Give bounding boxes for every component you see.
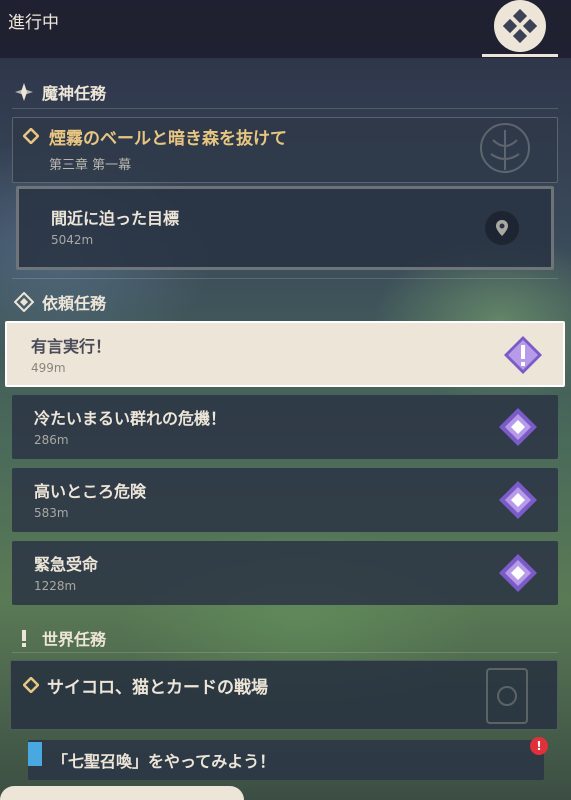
section-world-header: 世界任務	[14, 626, 106, 650]
commission-icon	[499, 408, 537, 446]
divider	[12, 108, 558, 109]
objective-color-tag	[28, 742, 42, 766]
card-emblem-icon	[486, 668, 528, 724]
alert-badge-icon: !	[530, 737, 548, 755]
divider	[12, 652, 558, 653]
page-title: 進行中	[8, 13, 59, 33]
objective-title: 間近に迫った目標	[51, 209, 180, 228]
commission-icon	[499, 554, 537, 592]
commission-title: 高いところ危険	[34, 482, 147, 501]
section-commission-label: 依頼任務	[42, 294, 107, 313]
header-bar: 進行中	[0, 0, 571, 58]
archon-quest-card[interactable]: 煙霧のベールと暗き森を抜けて 第三章 第一幕	[12, 117, 558, 183]
quest-marker-icon	[23, 677, 39, 693]
commission-icon	[499, 481, 537, 519]
divider	[12, 278, 558, 279]
commission-title: 冷たいまるい群れの危機！	[34, 409, 227, 428]
world-objective-title: 「七聖召喚」をやってみよう！	[52, 752, 276, 771]
tree-emblem-icon	[480, 123, 530, 173]
commission-quest-icon	[14, 292, 34, 312]
commission-distance: 286m	[34, 433, 69, 447]
archon-quest-chapter: 第三章 第一幕	[49, 158, 132, 173]
world-quest-icon	[14, 628, 34, 648]
section-archon-label: 魔神任務	[42, 84, 107, 103]
grid-diamond-icon	[503, 9, 537, 43]
commission-title: 緊急受命	[34, 555, 99, 574]
commission-title: 有言実行！	[31, 337, 112, 356]
world-quest-card[interactable]: サイコロ、猫とカードの戦場	[10, 660, 558, 730]
commission-card[interactable]: 高いところ危険 583m	[12, 468, 558, 532]
commission-card[interactable]: 冷たいまるい群れの危機！ 286m	[12, 395, 558, 459]
commission-distance: 1228m	[34, 579, 77, 593]
archon-quest-title: 煙霧のベールと暗き森を抜けて	[49, 129, 287, 149]
objective-distance: 5042m	[51, 233, 94, 247]
section-world-label: 世界任務	[42, 630, 107, 649]
section-commission-header: 依頼任務	[14, 290, 106, 314]
section-archon-header: 魔神任務	[14, 80, 106, 104]
quest-type-filter-button[interactable]	[494, 0, 546, 52]
archon-quest-icon	[14, 82, 34, 102]
archon-objective-card[interactable]: 間近に迫った目標 5042m	[16, 186, 554, 270]
active-tab-indicator	[482, 54, 558, 57]
commission-distance: 583m	[34, 506, 69, 520]
commission-card-selected[interactable]: 有言実行！ 499m	[5, 321, 565, 387]
commission-exclaim-icon	[504, 336, 542, 374]
commission-distance: 499m	[31, 361, 66, 375]
navigate-button[interactable]	[485, 211, 519, 245]
quest-marker-icon	[23, 128, 39, 144]
bottom-button[interactable]	[0, 786, 244, 800]
location-pin-icon	[496, 220, 508, 236]
world-quest-objective-card[interactable]: 「七聖召喚」をやってみよう！ !	[28, 737, 548, 780]
world-quest-title: サイコロ、猫とカードの戦場	[47, 678, 268, 698]
commission-card[interactable]: 緊急受命 1228m	[12, 541, 558, 605]
